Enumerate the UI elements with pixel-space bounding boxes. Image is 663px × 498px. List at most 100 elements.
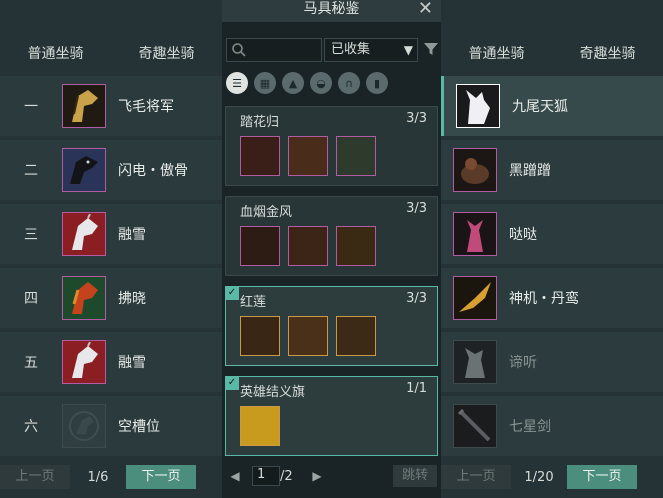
set-name: 红莲 bbox=[240, 295, 267, 310]
mount-name: 哒哒 bbox=[509, 227, 537, 243]
mount-item-3[interactable]: 哒哒 bbox=[441, 204, 663, 264]
horseshoe-icon[interactable] bbox=[336, 226, 376, 266]
mount-slot-4[interactable]: 四 拂晓 bbox=[0, 268, 222, 328]
tab-fun-mounts[interactable]: 奇趣坐骑 bbox=[111, 36, 222, 72]
next-page-button[interactable]: 下一页 bbox=[567, 465, 637, 489]
mount-name: 拂晓 bbox=[118, 291, 146, 307]
mount-slot-3[interactable]: 三 融雪 bbox=[0, 204, 222, 264]
prev-page-button[interactable]: 上一页 bbox=[441, 465, 511, 489]
right-mount-list: 九尾天狐 黑蹭蹭 哒哒 神机・丹鸾 谛听 七星剑 bbox=[441, 76, 663, 460]
tack-set-1[interactable]: 踏花归 3/3 bbox=[225, 106, 438, 186]
mount-name: 九尾天狐 bbox=[512, 99, 568, 115]
compendium-pager: ◀ 1 /2 ▶ 跳转 bbox=[222, 464, 441, 488]
left-tabs: 普通坐骑 奇趣坐骑 bbox=[0, 36, 222, 72]
left-mount-list: 一 飞毛将军 二 闪电・傲骨 三 融雪 四 拂晓 五 融雪 六 空槽位 bbox=[0, 76, 222, 460]
page-total: /2 bbox=[280, 468, 293, 484]
tack-set-2[interactable]: 血烟金风 3/3 bbox=[225, 196, 438, 276]
page-number-input[interactable]: 1 bbox=[252, 466, 280, 486]
slot-number: 一 bbox=[24, 99, 38, 115]
set-header: 血烟金风 3/3 bbox=[226, 197, 437, 220]
set-progress: 3/3 bbox=[406, 201, 427, 216]
filter-value: 已收集 bbox=[331, 42, 371, 57]
check-icon: ✓ bbox=[225, 376, 239, 390]
search-icon bbox=[232, 43, 246, 57]
bridle-icon[interactable] bbox=[240, 226, 280, 266]
horseshoe-icon[interactable] bbox=[336, 136, 376, 176]
mount-name: 融雪 bbox=[118, 227, 146, 243]
saddle-icon[interactable] bbox=[288, 316, 328, 356]
mount-name: 谛听 bbox=[509, 355, 537, 371]
mount-slot-2[interactable]: 二 闪电・傲骨 bbox=[0, 140, 222, 200]
category-saddle-icon[interactable]: ◒ bbox=[310, 72, 332, 94]
close-icon[interactable]: ✕ bbox=[418, 0, 433, 18]
category-headgear-icon[interactable]: ▲ bbox=[282, 72, 304, 94]
right-mount-panel: 普通坐骑 奇趣坐骑 九尾天狐 黑蹭蹭 哒哒 神机・丹鸾 谛听 七星剑 上一页 1… bbox=[441, 0, 663, 498]
panel-title-text: 马具秘鉴 bbox=[303, 1, 360, 17]
pink-deer-icon bbox=[453, 212, 497, 256]
white-horse-icon bbox=[62, 212, 106, 256]
mount-item-5[interactable]: 谛听 bbox=[441, 332, 663, 392]
golden-bird-icon bbox=[453, 276, 497, 320]
mount-name: 空槽位 bbox=[118, 419, 160, 435]
set-name: 血烟金风 bbox=[240, 205, 293, 220]
mount-name: 黑蹭蹭 bbox=[509, 163, 551, 179]
tack-set-4[interactable]: ✓ 英雄结义旗 1/1 bbox=[225, 376, 438, 456]
mount-item-2[interactable]: 黑蹭蹭 bbox=[441, 140, 663, 200]
grey-beast-icon bbox=[453, 340, 497, 384]
tack-set-3[interactable]: ✓ 红莲 3/3 bbox=[225, 286, 438, 366]
filter-funnel-icon[interactable] bbox=[423, 41, 439, 57]
sword-icon bbox=[453, 404, 497, 448]
mount-name: 飞毛将军 bbox=[118, 99, 174, 115]
chevron-right-icon[interactable]: ▶ bbox=[304, 469, 330, 483]
saddle-icon[interactable] bbox=[288, 226, 328, 266]
mount-item-1[interactable]: 九尾天狐 bbox=[441, 76, 663, 136]
collected-filter-select[interactable]: 已收集 ▼ bbox=[324, 38, 418, 62]
category-grid-icon[interactable]: ▦ bbox=[254, 72, 276, 94]
left-mount-panel: 普通坐骑 奇趣坐骑 一 飞毛将军 二 闪电・傲骨 三 融雪 四 拂晓 五 融雪 … bbox=[0, 0, 222, 498]
search-input[interactable] bbox=[226, 38, 322, 62]
category-all-icon[interactable]: ☰ bbox=[226, 72, 248, 94]
jump-button[interactable]: 跳转 bbox=[393, 465, 437, 487]
tab-normal-mounts[interactable]: 普通坐骑 bbox=[0, 36, 111, 72]
set-progress: 3/3 bbox=[406, 111, 427, 126]
slot-number: 二 bbox=[24, 163, 38, 179]
tack-category-row: ☰ ▦ ▲ ◒ ∩ ▮ bbox=[226, 72, 388, 94]
set-items bbox=[226, 130, 437, 176]
mount-name: 融雪 bbox=[118, 355, 146, 371]
golden-horse-icon bbox=[62, 84, 106, 128]
red-horse-icon bbox=[62, 276, 106, 320]
right-tabs: 普通坐骑 奇趣坐骑 bbox=[441, 36, 663, 72]
category-horseshoe-icon[interactable]: ∩ bbox=[338, 72, 360, 94]
bridle-icon[interactable] bbox=[240, 316, 280, 356]
saddle-icon[interactable] bbox=[288, 136, 328, 176]
chevron-left-icon[interactable]: ◀ bbox=[222, 469, 248, 483]
white-horse-icon bbox=[62, 340, 106, 384]
mount-item-6[interactable]: 七星剑 bbox=[441, 396, 663, 456]
banner-flag-icon[interactable] bbox=[240, 406, 280, 446]
set-name: 英雄结义旗 bbox=[240, 385, 306, 400]
slot-number: 四 bbox=[24, 291, 38, 307]
mount-slot-1[interactable]: 一 飞毛将军 bbox=[0, 76, 222, 136]
brown-creature-icon bbox=[453, 148, 497, 192]
horseshoe-icon[interactable] bbox=[336, 316, 376, 356]
set-name: 踏花归 bbox=[240, 115, 280, 130]
white-fox-icon bbox=[456, 84, 500, 128]
mount-slot-6[interactable]: 六 空槽位 bbox=[0, 396, 222, 456]
bridle-icon[interactable] bbox=[240, 136, 280, 176]
tab-normal-mounts[interactable]: 普通坐骑 bbox=[441, 36, 552, 72]
set-progress: 3/3 bbox=[406, 291, 427, 306]
tab-fun-mounts[interactable]: 奇趣坐骑 bbox=[552, 36, 663, 72]
set-header: 英雄结义旗 1/1 bbox=[226, 377, 437, 400]
mount-item-4[interactable]: 神机・丹鸾 bbox=[441, 268, 663, 328]
category-flag-icon[interactable]: ▮ bbox=[366, 72, 388, 94]
mount-name: 七星剑 bbox=[509, 419, 551, 435]
page-count: 1/20 bbox=[524, 469, 554, 485]
tack-compendium-panel: 马具秘鉴 ✕ 已收集 ▼ ☰ ▦ ▲ ◒ ∩ ▮ 踏花归 3/3 血烟金风 3/… bbox=[222, 0, 441, 498]
prev-page-button[interactable]: 上一页 bbox=[0, 465, 70, 489]
slot-number: 三 bbox=[24, 227, 38, 243]
set-items bbox=[226, 220, 437, 266]
set-progress: 1/1 bbox=[406, 381, 427, 396]
left-pager: 上一页 1/6 下一页 bbox=[0, 464, 222, 490]
next-page-button[interactable]: 下一页 bbox=[126, 465, 196, 489]
mount-slot-5[interactable]: 五 融雪 bbox=[0, 332, 222, 392]
